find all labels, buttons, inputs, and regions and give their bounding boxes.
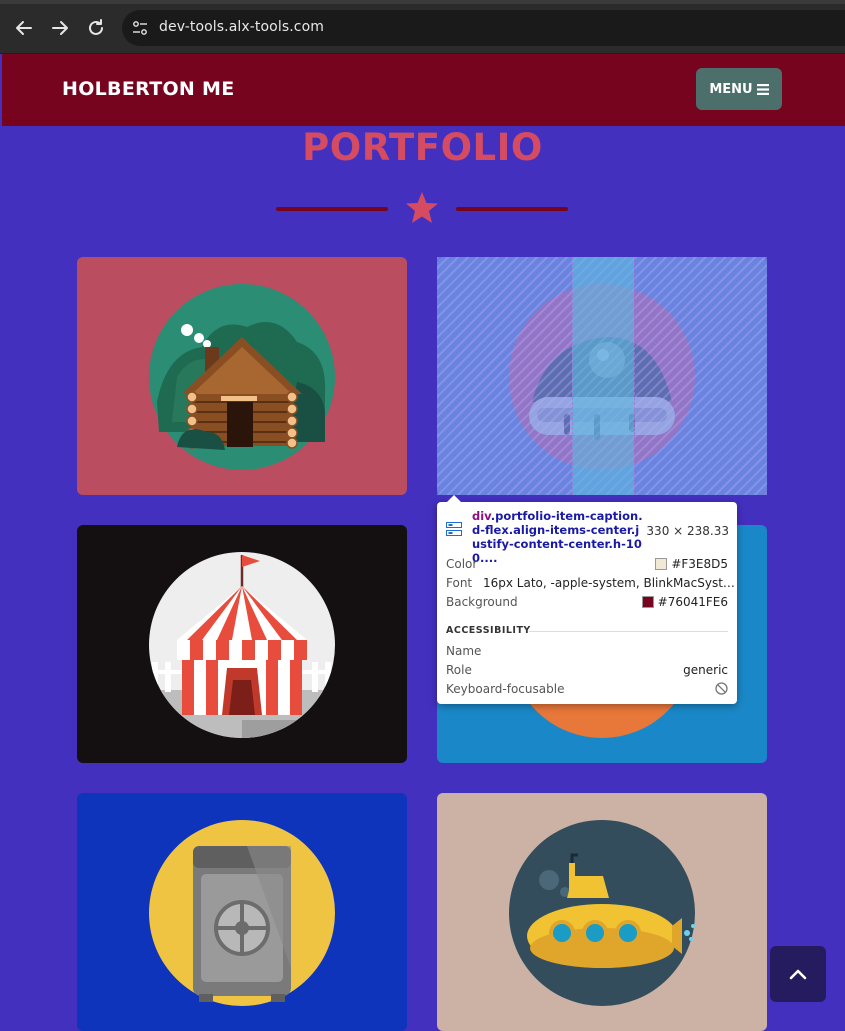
portfolio-item-cabin[interactable] [77,257,407,495]
name-label: Name [446,644,482,658]
tooltip-role-row: Role generic [446,663,728,681]
selector-tag: div [472,509,491,523]
background-value: #76041FE6 [657,595,728,609]
chevron-up-icon [789,969,807,980]
cabin-icon [149,284,335,470]
highlight-column [572,257,634,495]
browser-tab-strip [0,0,845,4]
color-label: Color [446,557,478,571]
devtools-inspect-tooltip: div.portfolio-item-caption.d-flex.align-… [437,495,737,704]
url-text[interactable]: dev-tools.alx-tools.com [159,19,324,35]
color-swatch [655,558,668,570]
background-label: Background [446,595,518,609]
back-to-top-button[interactable] [770,946,826,1002]
site-navbar: HOLBERTON ME MENU [2,54,845,126]
hamburger-icon [756,83,769,95]
flex-container-icon [446,522,462,536]
color-value: #F3E8D5 [671,557,728,571]
site-settings-icon[interactable] [132,20,148,36]
font-value: 16px Lato, -apple-system, BlinkMacSyst… [483,576,735,590]
safe-icon [149,820,335,1006]
address-bar[interactable]: dev-tools.alx-tools.com [122,10,845,46]
highlight-guide-left [572,257,573,495]
forward-arrow-icon[interactable] [48,16,72,40]
tooltip-background-row: Background #76041FE6 [446,595,728,613]
browser-toolbar: dev-tools.alx-tools.com [0,0,845,54]
tooltip-focusable-row: Keyboard-focusable [446,682,728,700]
divider-line-right [456,207,568,211]
font-label: Font [446,576,473,590]
page-title: PORTFOLIO [302,126,543,169]
submarine-icon [509,820,695,1006]
menu-label: MENU [709,81,753,97]
back-arrow-icon[interactable] [12,16,36,40]
role-value: generic [683,663,728,677]
portfolio-item-circus[interactable] [77,525,407,763]
brand-link[interactable]: HOLBERTON ME [62,78,235,100]
element-size: 330 × 238.33 [646,524,729,538]
highlight-guide-right [634,257,635,495]
background-swatch [641,596,654,608]
divider-line-left [276,207,388,211]
focusable-label: Keyboard-focusable [446,682,565,696]
menu-button[interactable]: MENU [696,68,782,110]
not-allowed-icon [715,682,728,695]
star-icon [406,192,438,223]
reload-icon[interactable] [84,16,108,40]
circus-tent-icon [149,552,335,738]
accessibility-divider [529,631,728,632]
portfolio-item-submarine[interactable] [437,793,767,1031]
role-label: Role [446,663,472,677]
portfolio-item-safe[interactable] [77,793,407,1031]
accessibility-heading: ACCESSIBILITY [446,625,531,636]
tooltip-font-row: Font 16px Lato, -apple-system, BlinkMacS… [446,576,735,594]
tooltip-name-row: Name [446,644,728,662]
devtools-element-highlight [437,257,767,495]
tooltip-arrow [447,495,461,502]
tooltip-color-row: Color #F3E8D5 [446,557,728,575]
